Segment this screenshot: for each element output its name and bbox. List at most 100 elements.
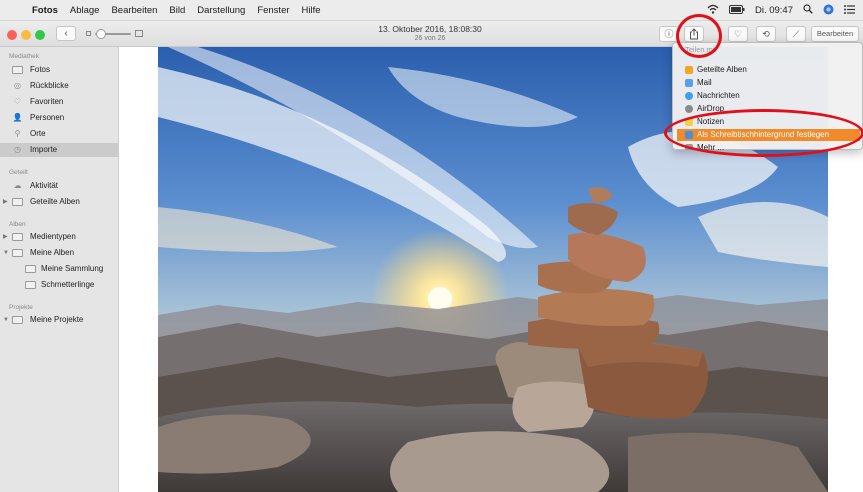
folder-icon bbox=[12, 198, 23, 206]
status-area: Di. 09:47 bbox=[707, 0, 855, 21]
enhance-button[interactable]: ⟋ bbox=[786, 26, 806, 42]
folder-icon bbox=[12, 316, 23, 324]
sidebar-item-label: Meine Alben bbox=[30, 248, 75, 257]
desktop-icon bbox=[685, 131, 693, 139]
menu-bar: Fotos Ablage Bearbeiten Bild Darstellung… bbox=[0, 0, 863, 21]
info-icon: ⓘ bbox=[664, 29, 674, 39]
info-button[interactable]: ⓘ bbox=[659, 26, 679, 42]
minimize-window-button[interactable] bbox=[21, 30, 31, 40]
folder-icon bbox=[12, 233, 23, 241]
sidebar-item-meine-sammlung[interactable]: Meine Sammlung bbox=[0, 262, 118, 276]
sidebar-item-favoriten[interactable]: ♡ Favoriten bbox=[0, 95, 118, 109]
section-header-library: Mediathek bbox=[9, 53, 39, 60]
sidebar-item-medientypen[interactable]: ▶ Medientypen bbox=[0, 230, 118, 244]
sidebar-item-label: Aktivität bbox=[30, 181, 59, 190]
menu-bild[interactable]: Bild bbox=[163, 5, 191, 16]
wifi-icon[interactable] bbox=[707, 4, 719, 17]
favorite-button[interactable]: ♡ bbox=[728, 26, 748, 42]
messages-icon bbox=[685, 92, 693, 100]
clock-text[interactable]: Di. 09:47 bbox=[755, 5, 793, 16]
sidebar-item-personen[interactable]: 👤 Personen bbox=[0, 111, 118, 125]
menu-item-shared-albums[interactable]: Geteilte Alben bbox=[673, 64, 862, 76]
menu-fotos[interactable]: Fotos bbox=[26, 5, 64, 16]
large-thumbnail-icon bbox=[135, 30, 143, 37]
sidebar-item-aktivitaet[interactable]: ☁ Aktivität bbox=[0, 179, 118, 193]
album-icon bbox=[25, 265, 36, 273]
sidebar-item-label: Favoriten bbox=[30, 97, 64, 106]
photo-position-subtitle: 26 von 26 bbox=[414, 35, 446, 42]
sidebar-item-label: Schmetterlinge bbox=[41, 280, 95, 289]
menu-item-label: Geteilte Alben bbox=[697, 65, 747, 74]
disclosure-triangle-open-icon[interactable]: ▼ bbox=[3, 248, 9, 258]
sidebar-item-geteilte-alben[interactable]: ▶ Geteilte Alben bbox=[0, 195, 118, 209]
more-icon bbox=[685, 144, 693, 150]
sidebar-item-label: Geteilte Alben bbox=[30, 197, 80, 206]
heart-icon: ♡ bbox=[733, 29, 743, 39]
clock-icon: ◷ bbox=[14, 145, 21, 154]
disclosure-triangle-icon[interactable]: ▶ bbox=[3, 232, 8, 242]
menu-darstellung[interactable]: Darstellung bbox=[191, 5, 251, 16]
menu-item-more[interactable]: Mehr ... bbox=[673, 142, 862, 150]
battery-icon[interactable] bbox=[728, 4, 745, 17]
menu-item-airdrop[interactable]: AirDrop bbox=[673, 103, 862, 115]
mail-icon bbox=[685, 79, 693, 87]
sidebar-item-rueckblicke[interactable]: ◎ Rückblicke bbox=[0, 79, 118, 93]
share-menu-header: Teilen mit bbox=[685, 45, 717, 54]
menu-item-label: Als Schreibtischhintergrund festlegen bbox=[697, 130, 830, 139]
share-icon bbox=[690, 28, 698, 40]
section-header-shared: Geteilt bbox=[9, 169, 28, 176]
fullscreen-window-button[interactable] bbox=[35, 30, 45, 40]
disclosure-triangle-open-icon[interactable]: ▼ bbox=[3, 315, 9, 325]
menu-item-notes[interactable]: Notizen bbox=[673, 116, 862, 128]
photo-date-title: 13. Oktober 2016, 18:08:30 bbox=[378, 24, 482, 34]
rotate-icon: ⟲ bbox=[762, 29, 770, 39]
cloud-icon: ☁ bbox=[13, 181, 22, 190]
heart-icon: ♡ bbox=[13, 97, 22, 106]
sidebar-item-label: Importe bbox=[30, 145, 58, 154]
section-header-albums: Alben bbox=[9, 221, 26, 228]
photos-icon bbox=[12, 66, 23, 74]
menu-hilfe[interactable]: Hilfe bbox=[296, 5, 327, 16]
menu-item-set-desktop-background[interactable]: Als Schreibtischhintergrund festlegen bbox=[677, 129, 860, 141]
pin-icon: ⚲ bbox=[14, 129, 21, 138]
sidebar: Mediathek Fotos ◎ Rückblicke ♡ Favoriten… bbox=[0, 47, 119, 492]
menu-fenster[interactable]: Fenster bbox=[251, 5, 295, 16]
menu-item-mail[interactable]: Mail bbox=[673, 77, 862, 89]
menu-bearbeiten[interactable]: Bearbeiten bbox=[105, 5, 163, 16]
zoom-slider[interactable] bbox=[86, 29, 143, 39]
section-header-projects: Projekte bbox=[9, 304, 33, 311]
close-window-button[interactable] bbox=[7, 30, 17, 40]
sidebar-item-meine-alben[interactable]: ▼ Meine Alben bbox=[0, 246, 118, 260]
sidebar-item-label: Orte bbox=[30, 129, 46, 138]
sidebar-item-label: Meine Projekte bbox=[30, 315, 84, 324]
menu-ablage[interactable]: Ablage bbox=[64, 5, 106, 16]
sidebar-item-label: Personen bbox=[30, 113, 65, 122]
spotlight-icon[interactable] bbox=[803, 4, 813, 17]
sidebar-item-label: Medientypen bbox=[30, 232, 76, 241]
sidebar-item-orte[interactable]: ⚲ Orte bbox=[0, 127, 118, 141]
disclosure-triangle-icon[interactable]: ▶ bbox=[3, 197, 8, 207]
menu-item-label: Nachrichten bbox=[697, 91, 740, 100]
sidebar-item-label: Meine Sammlung bbox=[41, 264, 104, 273]
back-button[interactable]: ‹ bbox=[56, 26, 76, 41]
share-button[interactable] bbox=[684, 26, 704, 42]
rotate-button[interactable]: ⟲ bbox=[756, 26, 776, 42]
shared-albums-icon bbox=[685, 66, 693, 74]
airdrop-icon bbox=[685, 105, 693, 113]
sidebar-item-importe[interactable]: ◷ Importe bbox=[0, 143, 118, 157]
edit-button[interactable]: Bearbeiten bbox=[811, 26, 859, 42]
sidebar-item-meine-projekte[interactable]: ▼ Meine Projekte bbox=[0, 313, 118, 327]
memories-icon: ◎ bbox=[14, 81, 21, 90]
folder-icon bbox=[12, 249, 23, 257]
share-menu: Teilen mit Geteilte Alben Mail Nachricht… bbox=[672, 42, 863, 150]
menu-item-label: AirDrop bbox=[697, 104, 725, 113]
menu-item-label: Mehr ... bbox=[697, 143, 725, 150]
menu-item-messages[interactable]: Nachrichten bbox=[673, 90, 862, 102]
siri-icon[interactable] bbox=[823, 4, 834, 18]
sidebar-item-schmetterlinge[interactable]: Schmetterlinge bbox=[0, 278, 118, 292]
sidebar-item-label: Rückblicke bbox=[30, 81, 69, 90]
slider-knob[interactable] bbox=[96, 29, 106, 39]
notification-center-icon[interactable] bbox=[844, 4, 855, 17]
sidebar-item-fotos[interactable]: Fotos bbox=[0, 63, 118, 77]
album-icon bbox=[25, 281, 36, 289]
